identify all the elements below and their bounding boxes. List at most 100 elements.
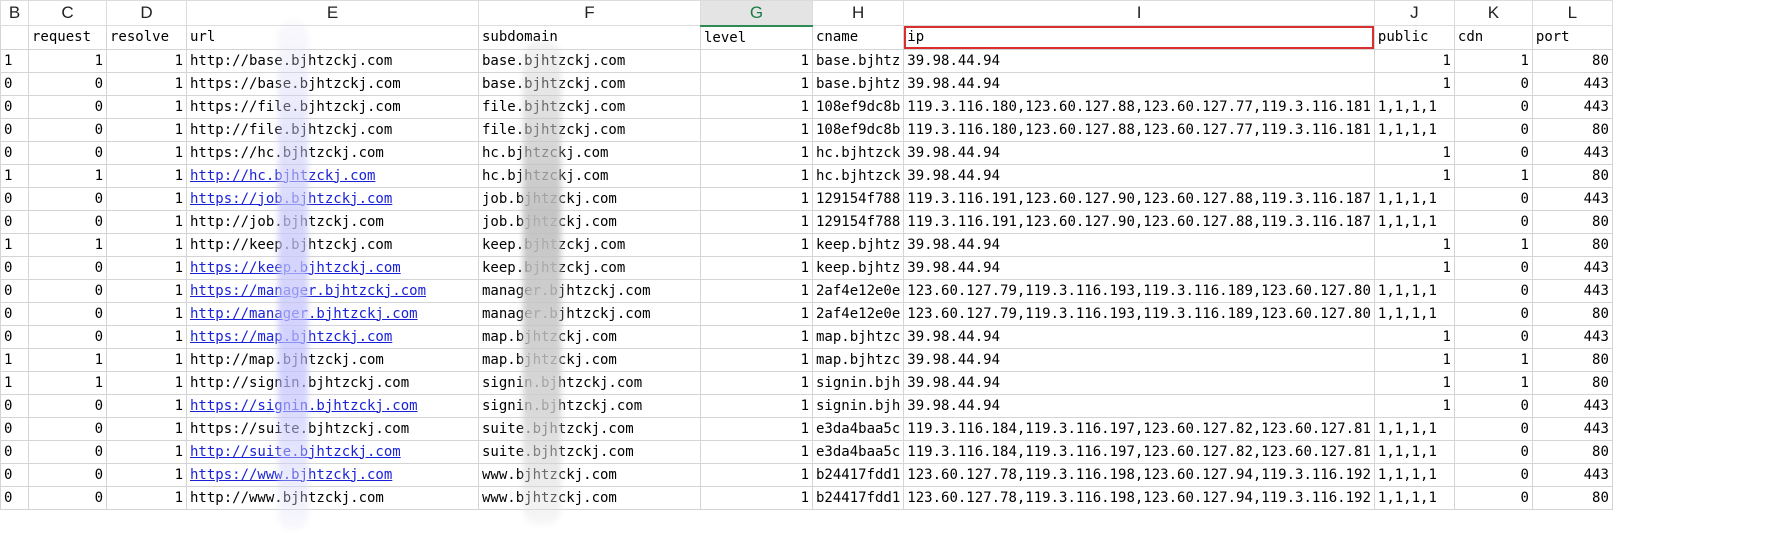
cell-[interactable]: 0	[0, 439, 29, 464]
cell-port[interactable]: 80	[1531, 485, 1613, 510]
cell-resolve[interactable]: 1	[106, 140, 187, 165]
cell-resolve[interactable]: 1	[106, 209, 187, 234]
cell-cdn[interactable]: 1	[1453, 163, 1533, 188]
url-link[interactable]: https://www.bjhtzckj.com	[190, 467, 392, 483]
cell-resolve[interactable]: 1	[106, 324, 187, 349]
cell-request[interactable]: 1	[28, 48, 107, 73]
cell-url[interactable]: https://keep.bjhtzckj.com	[186, 255, 479, 280]
cell-cdn[interactable]: 0	[1453, 186, 1533, 211]
cell-resolve[interactable]: 1	[106, 301, 187, 326]
cell-port[interactable]: 443	[1531, 140, 1613, 165]
cell-cdn[interactable]: 0	[1453, 393, 1533, 418]
cell-public[interactable]: 1	[1373, 71, 1455, 96]
cell-ip[interactable]: 123.60.127.78,119.3.116.198,123.60.127.9…	[903, 462, 1375, 487]
cell-subdomain[interactable]: signin.bjhtzckj.com	[478, 370, 701, 395]
cell-[interactable]: 1	[0, 163, 29, 188]
cell-cdn[interactable]: 0	[1453, 301, 1533, 326]
cell-port[interactable]: 80	[1531, 347, 1613, 372]
cell-level[interactable]: 1	[700, 209, 813, 234]
cell-port[interactable]: 80	[1531, 301, 1613, 326]
cell-request[interactable]: 0	[28, 209, 107, 234]
column-header-j[interactable]: J	[1373, 0, 1455, 26]
column-header-l[interactable]: L	[1531, 0, 1613, 26]
cell-level[interactable]: 1	[700, 186, 813, 211]
cell-subdomain[interactable]: hc.bjhtzckj.com	[478, 163, 701, 188]
cell-url[interactable]: http://hc.bjhtzckj.com	[186, 163, 479, 188]
url-link[interactable]: https://keep.bjhtzckj.com	[190, 260, 401, 276]
cell-port[interactable]: 80	[1531, 209, 1613, 234]
cell-request[interactable]: 1	[28, 232, 107, 257]
cell-url[interactable]: http://manager.bjhtzckj.com	[186, 301, 479, 326]
cell-url[interactable]: https://signin.bjhtzckj.com	[186, 393, 479, 418]
cell-[interactable]: 0	[0, 301, 29, 326]
cell-level[interactable]: 1	[700, 140, 813, 165]
cell-ip[interactable]: 39.98.44.94	[903, 140, 1375, 165]
cell-cname[interactable]: 2af4e12e0e	[811, 301, 905, 326]
cell-cname[interactable]: base.bjhtz	[811, 71, 905, 96]
field-header-url[interactable]: url	[186, 25, 479, 50]
cell-cdn[interactable]: 0	[1453, 278, 1533, 303]
column-header-c[interactable]: C	[28, 0, 107, 26]
cell-cname[interactable]: map.bjhtzc	[811, 347, 905, 372]
cell-port[interactable]: 80	[1531, 370, 1613, 395]
cell-[interactable]: 1	[0, 232, 29, 257]
cell-level[interactable]: 1	[700, 462, 813, 487]
cell-resolve[interactable]: 1	[106, 163, 187, 188]
cell-ip[interactable]: 39.98.44.94	[903, 324, 1375, 349]
cell-subdomain[interactable]: www.bjhtzckj.com	[478, 485, 701, 510]
cell-request[interactable]: 0	[28, 71, 107, 96]
cell-cdn[interactable]: 0	[1453, 324, 1533, 349]
cell-ip[interactable]: 39.98.44.94	[903, 163, 1375, 188]
url-link[interactable]: https://manager.bjhtzckj.com	[190, 283, 426, 299]
cell-ip[interactable]: 119.3.116.191,123.60.127.90,123.60.127.8…	[903, 209, 1375, 234]
cell-subdomain[interactable]: job.bjhtzckj.com	[478, 186, 701, 211]
cell-port[interactable]: 443	[1531, 278, 1613, 303]
cell-request[interactable]: 1	[28, 163, 107, 188]
cell-cdn[interactable]: 0	[1453, 485, 1533, 510]
cell-url[interactable]: https://file.bjhtzckj.com	[186, 94, 479, 119]
cell-level[interactable]: 1	[700, 94, 813, 119]
cell-public[interactable]: 1,1,1,1	[1373, 485, 1455, 510]
cell-public[interactable]: 1	[1373, 370, 1455, 395]
field-header-blank[interactable]	[0, 25, 29, 50]
cell-[interactable]: 0	[0, 117, 29, 142]
cell-resolve[interactable]: 1	[106, 255, 187, 280]
cell-level[interactable]: 1	[700, 255, 813, 280]
cell-resolve[interactable]: 1	[106, 48, 187, 73]
cell-subdomain[interactable]: file.bjhtzckj.com	[478, 94, 701, 119]
cell-url[interactable]: https://manager.bjhtzckj.com	[186, 278, 479, 303]
url-link[interactable]: http://suite.bjhtzckj.com	[190, 444, 401, 460]
cell-[interactable]: 0	[0, 255, 29, 280]
cell-public[interactable]: 1	[1373, 347, 1455, 372]
cell-cname[interactable]: map.bjhtzc	[811, 324, 905, 349]
column-header-g[interactable]: G	[700, 0, 813, 27]
cell-cdn[interactable]: 1	[1453, 232, 1533, 257]
column-header-e[interactable]: E	[186, 0, 479, 26]
cell-resolve[interactable]: 1	[106, 462, 187, 487]
cell-cname[interactable]: keep.bjhtz	[811, 232, 905, 257]
cell-public[interactable]: 1,1,1,1	[1373, 94, 1455, 119]
cell-public[interactable]: 1	[1373, 48, 1455, 73]
cell-port[interactable]: 443	[1531, 94, 1613, 119]
cell-[interactable]: 0	[0, 94, 29, 119]
cell-ip[interactable]: 119.3.116.180,123.60.127.88,123.60.127.7…	[903, 117, 1375, 142]
cell-resolve[interactable]: 1	[106, 485, 187, 510]
cell-url[interactable]: http://suite.bjhtzckj.com	[186, 439, 479, 464]
cell-cdn[interactable]: 0	[1453, 462, 1533, 487]
field-header-cdn[interactable]: cdn	[1453, 25, 1533, 50]
cell-public[interactable]: 1	[1373, 324, 1455, 349]
cell-cdn[interactable]: 0	[1453, 209, 1533, 234]
cell-[interactable]: 0	[0, 324, 29, 349]
cell-ip[interactable]: 119.3.116.184,119.3.116.197,123.60.127.8…	[903, 416, 1375, 441]
url-link[interactable]: https://map.bjhtzckj.com	[190, 329, 392, 345]
url-link[interactable]: https://job.bjhtzckj.com	[190, 191, 392, 207]
cell-public[interactable]: 1,1,1,1	[1373, 209, 1455, 234]
column-header-d[interactable]: D	[106, 0, 187, 26]
url-link[interactable]: http://manager.bjhtzckj.com	[190, 306, 418, 322]
cell-public[interactable]: 1,1,1,1	[1373, 462, 1455, 487]
cell-request[interactable]: 0	[28, 416, 107, 441]
cell-ip[interactable]: 39.98.44.94	[903, 48, 1375, 73]
cell-public[interactable]: 1	[1373, 140, 1455, 165]
cell-[interactable]: 0	[0, 462, 29, 487]
cell-cname[interactable]: 108ef9dc8b	[811, 117, 905, 142]
